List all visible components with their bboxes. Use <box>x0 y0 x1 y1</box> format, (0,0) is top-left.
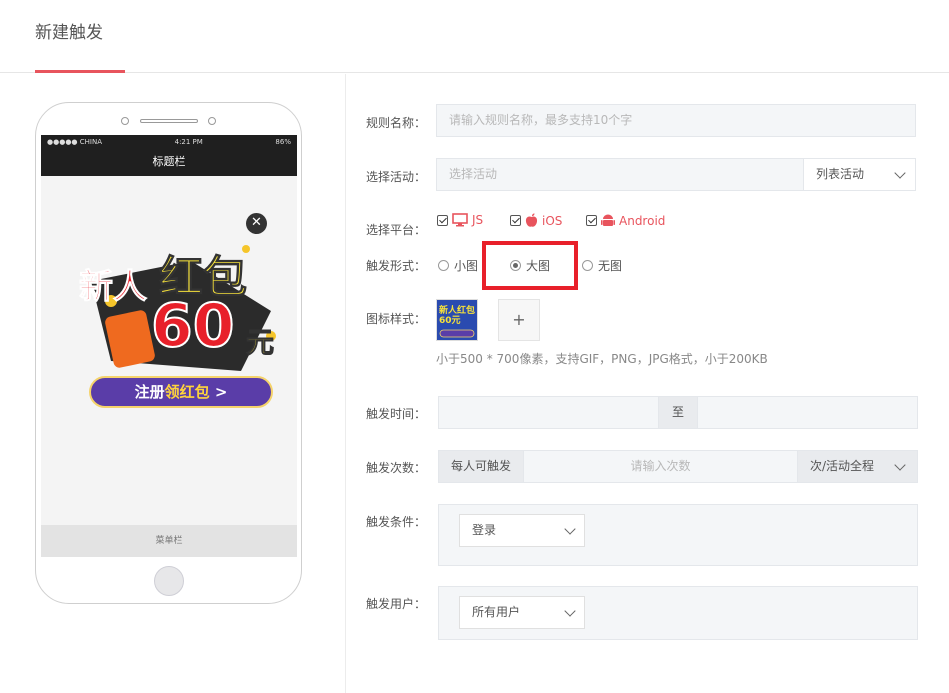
icon-style-label: 图标样式： <box>366 312 427 326</box>
camera-icon <box>121 117 129 125</box>
phone-title-bar: 标题栏 <box>41 149 297 176</box>
close-icon[interactable]: ✕ <box>246 213 267 234</box>
radio-no-image[interactable]: 无图 <box>582 257 622 274</box>
trigger-user-label: 触发用户： <box>366 597 427 611</box>
chevron-down-icon <box>894 167 906 179</box>
title-underline <box>35 70 125 73</box>
thumbnail-text: 新人红包60元 <box>439 306 476 326</box>
icon-hint: 小于500 * 700像素，支持GIF，PNG，JPG格式，小于200KB <box>436 352 768 366</box>
rule-name-label: 规则名称： <box>366 116 427 130</box>
activity-type-select[interactable]: 列表活动 <box>803 158 916 191</box>
trigger-count-prefix: 每人可触发 <box>438 450 524 483</box>
trigger-time-separator: 至 <box>658 396 698 429</box>
promo-unit: 元 <box>245 326 275 360</box>
trigger-time-start-input[interactable] <box>438 396 659 429</box>
chevron-down-icon <box>564 523 576 535</box>
ios-label: iOS <box>542 213 563 228</box>
promo-cta-highlight: 领红包 <box>164 383 210 401</box>
trigger-count-unit-select[interactable]: 次/活动全程 <box>797 450 918 483</box>
trigger-condition-value: 登录 <box>472 523 497 537</box>
chevron-down-icon <box>564 605 576 617</box>
icon-thumbnail[interactable]: 新人红包60元 <box>436 299 478 341</box>
status-bar: ●●●●● CHINA 4:21 PM 86% <box>41 135 297 149</box>
battery-label: 86% <box>275 138 291 146</box>
monitor-icon <box>452 213 468 227</box>
trigger-count-unit-value: 次/活动全程 <box>810 459 875 473</box>
trigger-condition-label: 触发条件： <box>366 515 427 529</box>
platform-label: 选择平台： <box>366 223 427 237</box>
page-title: 新建触发 <box>35 23 103 43</box>
rule-name-input[interactable]: 请输入规则名称，最多支持10个字 <box>436 104 916 137</box>
phone-menu-bar: 菜单栏 <box>41 525 297 557</box>
highlight-box <box>482 241 578 290</box>
home-button-icon <box>154 566 184 596</box>
radio-small-image-dot[interactable] <box>438 260 449 271</box>
promo-cta-button[interactable]: 注册领红包 > <box>89 376 273 408</box>
android-checkbox[interactable] <box>586 215 597 226</box>
trigger-user-select[interactable]: 所有用户 <box>459 596 585 629</box>
trigger-condition-panel: 登录 <box>438 504 918 566</box>
trigger-time-end-input[interactable] <box>697 396 918 429</box>
trigger-user-panel: 所有用户 <box>438 586 918 640</box>
promo-title-a: 新人 <box>79 267 148 308</box>
vertical-divider <box>345 74 346 693</box>
platform-option-js[interactable]: JS <box>437 213 483 227</box>
platform-option-android[interactable]: Android <box>586 213 665 228</box>
page-header: 新建触发 <box>0 0 949 73</box>
ios-checkbox[interactable] <box>510 215 521 226</box>
trigger-condition-select[interactable]: 登录 <box>459 514 585 547</box>
phone-preview: ●●●●● CHINA 4:21 PM 86% 标题栏 新人 红包 60 元 注… <box>35 102 302 604</box>
apple-icon <box>525 213 538 227</box>
trigger-user-value: 所有用户 <box>472 605 521 619</box>
trigger-count-label: 触发次数： <box>366 461 427 475</box>
activity-input[interactable]: 选择活动 <box>436 158 804 191</box>
platform-option-ios[interactable]: iOS <box>510 213 562 228</box>
activity-label: 选择活动： <box>366 170 427 184</box>
speaker-icon <box>140 119 198 123</box>
promo-cta-head: 注册 <box>134 383 165 401</box>
promo-cta-tail: > <box>209 383 228 401</box>
android-label: Android <box>619 213 666 228</box>
radio-small-image[interactable]: 小图 <box>438 257 478 274</box>
radio-no-image-dot[interactable] <box>582 260 593 271</box>
activity-type-value: 列表活动 <box>816 167 865 181</box>
sensor-icon <box>208 117 216 125</box>
radio-small-image-label: 小图 <box>454 259 479 273</box>
js-label: JS <box>472 213 484 227</box>
promo-banner[interactable]: 新人 红包 60 元 注册领红包 > <box>71 221 276 411</box>
promo-amount: 60 <box>150 290 235 362</box>
trigger-time-label: 触发时间： <box>366 407 427 421</box>
js-checkbox[interactable] <box>437 214 448 226</box>
chevron-down-icon <box>894 459 906 471</box>
carrier-label: ●●●●● CHINA <box>47 138 103 146</box>
time-label: 4:21 PM <box>174 138 203 146</box>
add-icon-button[interactable]: + <box>498 299 540 341</box>
phone-screen: ●●●●● CHINA 4:21 PM 86% 标题栏 新人 红包 60 元 注… <box>41 135 297 557</box>
trigger-count-input[interactable]: 请输入次数 <box>523 450 798 483</box>
radio-no-image-label: 无图 <box>598 259 623 273</box>
android-icon <box>601 214 615 226</box>
trigger-form-label: 触发形式： <box>366 259 427 273</box>
